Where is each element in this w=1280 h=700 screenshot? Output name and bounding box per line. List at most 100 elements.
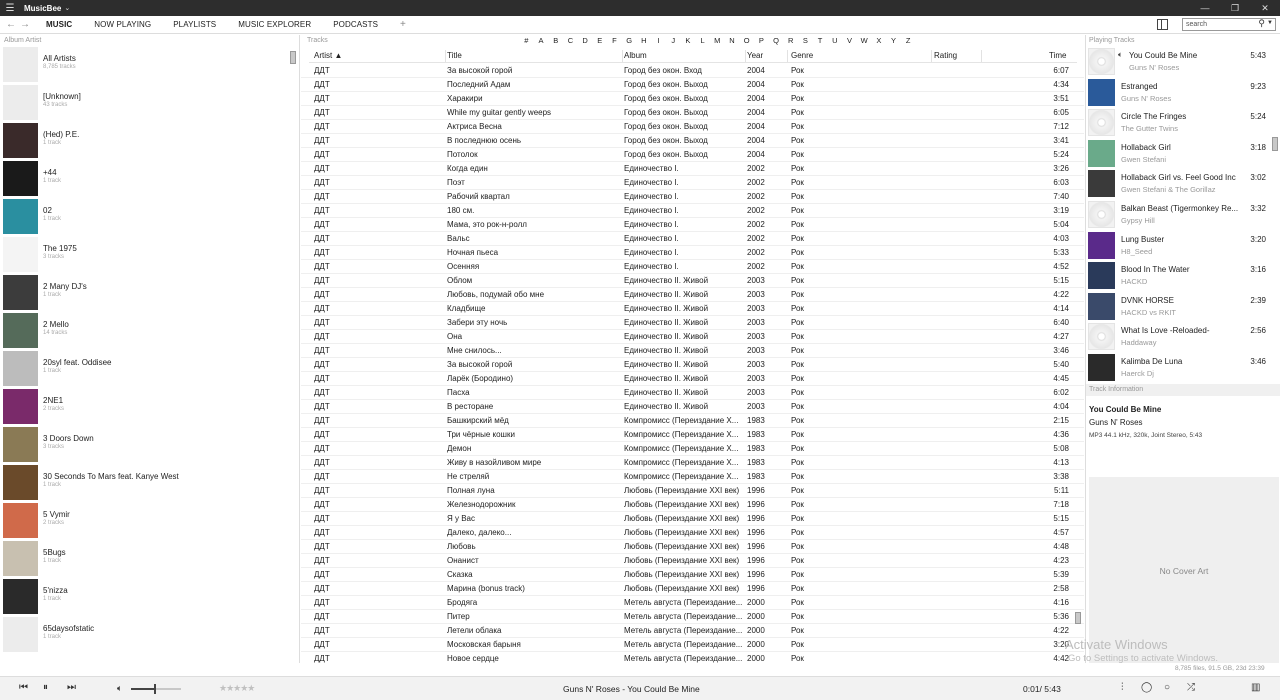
table-row[interactable]: ДДТ Пасха Единочество II. Живой 2003 Рок 6:02 — [301, 386, 1084, 400]
alphabet-letter[interactable]: M — [710, 35, 725, 46]
table-row[interactable]: ДДТ Харакири Город без окон. Выход 2004 Рок 3… — [301, 92, 1084, 106]
playing-track-item[interactable]: Estranged Guns N' Roses 9:23 — [1086, 77, 1280, 108]
artist-item[interactable]: 5Bugs 1 track — [0, 540, 299, 578]
column-divider[interactable] — [931, 50, 932, 62]
alphabet-letter[interactable]: L — [695, 35, 710, 46]
playing-track-item[interactable]: Hollaback Girl Gwen Stefani 3:18 — [1086, 138, 1280, 169]
playing-track-item[interactable]: Lung Buster H8_Seed 3:20 — [1086, 230, 1280, 261]
alphabet-letter[interactable]: E — [592, 35, 607, 46]
playing-track-item[interactable]: Blood In The Water HACKD 3:16 — [1086, 260, 1280, 291]
table-row[interactable]: ДДТ Забери эту ночь Единочество II. Живой 2… — [301, 316, 1084, 330]
artist-item[interactable]: 3 Doors Down 3 tracks — [0, 426, 299, 464]
scrollbar-thumb[interactable] — [1075, 612, 1081, 624]
table-row[interactable]: ДДТ Когда един Единочество I. 2002 Рок 3:26 — [301, 162, 1084, 176]
previous-icon[interactable]: ⏮ — [19, 682, 28, 693]
maximize-button[interactable]: ❐ — [1220, 0, 1250, 16]
table-row[interactable]: ДДТ Кладбище Единочество II. Живой 2003 Рок 4… — [301, 302, 1084, 316]
column-divider[interactable] — [981, 50, 982, 62]
table-row[interactable]: ДДТ Ночная пьеса Единочество I. 2002 Рок 5:33 — [301, 246, 1084, 260]
artist-item[interactable]: 5 Vymir 2 tracks — [0, 502, 299, 540]
next-icon[interactable]: ⏭ — [67, 682, 76, 693]
artist-item[interactable]: The 1975 3 tracks — [0, 236, 299, 274]
layout-icon[interactable] — [1157, 19, 1168, 30]
table-row[interactable]: ДДТ Московская барыня Метель августа (Пере… — [301, 638, 1084, 652]
table-row[interactable]: ДДТ Бродяга Метель августа (Переиздание...… — [301, 596, 1084, 610]
table-row[interactable]: ДДТ Новое сердце Метель августа (Переиздан… — [301, 652, 1084, 663]
artist-item[interactable]: 20syl feat. Oddisee 1 track — [0, 350, 299, 388]
artist-item[interactable]: 2 Many DJ's 1 track — [0, 274, 299, 312]
table-row[interactable]: ДДТ Далеко, далеко... Любовь (Переиздание … — [301, 526, 1084, 540]
artist-item[interactable]: (Hed) P.E. 1 track — [0, 122, 299, 160]
artist-item[interactable]: +44 1 track — [0, 160, 299, 198]
shuffle-icon[interactable]: ⤮ — [1187, 682, 1195, 693]
table-row[interactable]: ДДТ В последнюю осень Город без окон. Выхо… — [301, 134, 1084, 148]
equalizer-icon[interactable]: ⫶ — [1121, 682, 1124, 693]
alphabet-letter[interactable]: Z — [901, 35, 916, 46]
chevron-down-icon[interactable]: ▼ — [1267, 20, 1273, 26]
table-row[interactable]: ДДТ Мне снилось... Единочество II. Живой 20… — [301, 344, 1084, 358]
table-row[interactable]: ДДТ Последний Адам Город без окон. Выход 20… — [301, 78, 1084, 92]
table-row[interactable]: ДДТ Башкирский мёд Компромисс (Переиздание… — [301, 414, 1084, 428]
add-tab-button[interactable]: + — [400, 19, 406, 30]
artist-item[interactable]: [Unknown] 43 tracks — [0, 84, 299, 122]
table-row[interactable]: ДДТ В ресторане Единочество II. Живой 2003 Р… — [301, 400, 1084, 414]
artist-item[interactable]: All Artists 8,785 tracks — [0, 46, 299, 84]
app-name[interactable]: MusicBee — [24, 4, 61, 13]
alphabet-letter[interactable]: K — [681, 35, 696, 46]
chevron-down-icon[interactable]: ⌄ — [64, 4, 70, 12]
table-row[interactable]: ДДТ Любовь Любовь (Переиздание XXI век) 199… — [301, 540, 1084, 554]
alphabet-letter[interactable]: T — [813, 35, 828, 46]
rating-stars[interactable]: ★★★★★ — [219, 683, 255, 694]
col-title[interactable]: Title — [447, 51, 462, 60]
alphabet-letter[interactable]: I — [651, 35, 666, 46]
alphabet-letter[interactable]: C — [563, 35, 578, 46]
artist-item[interactable]: 2NE1 2 tracks — [0, 388, 299, 426]
table-row[interactable]: ДДТ За высокой горой Единочество II. Живой… — [301, 358, 1084, 372]
alphabet-letter[interactable]: A — [534, 35, 549, 46]
table-row[interactable]: ДДТ Рабочий квартал Единочество I. 2002 Рок 7… — [301, 190, 1084, 204]
table-row[interactable]: ДДТ Облом Единочество II. Живой 2003 Рок 5:15 — [301, 274, 1084, 288]
table-row[interactable]: ДДТ Вальс Единочество I. 2002 Рок 4:03 — [301, 232, 1084, 246]
forward-arrow-icon[interactable]: → — [18, 19, 32, 30]
volume-icon[interactable]: 🔈︎ — [117, 683, 122, 694]
alphabet-letter[interactable]: F — [607, 35, 622, 46]
repeat-icon[interactable]: ○ — [1164, 682, 1170, 693]
table-row[interactable]: ДДТ Три чёрные кошки Компромисс (Переиздан… — [301, 428, 1084, 442]
table-row[interactable]: ДДТ Я у Вас Любовь (Переиздание XXI век) 19… — [301, 512, 1084, 526]
table-row[interactable]: ДДТ Поэт Единочество I. 2002 Рок 6:03 — [301, 176, 1084, 190]
table-row[interactable]: ДДТ Осенняя Единочество I. 2002 Рок 4:52 — [301, 260, 1084, 274]
alphabet-letter[interactable]: R — [783, 35, 798, 46]
table-row[interactable]: ДДТ Она Единочество II. Живой 2003 Рок 4:27 — [301, 330, 1084, 344]
menu-icon[interactable]: ☰ — [0, 3, 20, 14]
tab-playlists[interactable]: PLAYLISTS — [173, 20, 216, 29]
table-row[interactable]: ДДТ Марина (bonus track) Любовь (Переиздан… — [301, 582, 1084, 596]
playing-track-item[interactable]: Circle The Fringes The Gutter Twins 5:24 — [1086, 107, 1280, 138]
alphabet-letter[interactable]: G — [622, 35, 637, 46]
alphabet-letter[interactable]: Y — [886, 35, 901, 46]
table-row[interactable]: ДДТ Питер Метель августа (Переиздание... 20… — [301, 610, 1084, 624]
scrollbar-thumb[interactable] — [290, 51, 296, 64]
col-genre[interactable]: Genre — [791, 51, 813, 60]
table-row[interactable]: ДДТ Живу в назойливом мире Компромисс (Пер… — [301, 456, 1084, 470]
search-icon[interactable]: ⚲ — [1258, 18, 1265, 29]
tab-music[interactable]: MUSIC — [46, 20, 72, 29]
table-row[interactable]: ДДТ 180 см. Единочество I. 2002 Рок 3:19 — [301, 204, 1084, 218]
tab-now-playing[interactable]: NOW PLAYING — [94, 20, 151, 29]
alphabet-letter[interactable]: H — [637, 35, 652, 46]
table-row[interactable]: ДДТ Онанист Любовь (Переиздание XXI век) 19… — [301, 554, 1084, 568]
table-row[interactable]: ДДТ While my guitar gently weeps Город без… — [301, 106, 1084, 120]
alphabet-letter[interactable]: # — [519, 35, 534, 46]
close-button[interactable]: ✕ — [1250, 0, 1280, 16]
col-album[interactable]: Album — [624, 51, 647, 60]
col-rating[interactable]: Rating — [934, 51, 957, 60]
alphabet-letter[interactable]: O — [739, 35, 754, 46]
playing-track-item[interactable]: DVNK HORSE HACKD vs RKIT 2:39 — [1086, 291, 1280, 322]
volume-knob[interactable] — [154, 684, 156, 694]
column-divider[interactable] — [445, 50, 446, 62]
col-artist[interactable]: Artist ▲ — [314, 51, 342, 60]
artist-item[interactable]: 65daysofstatic 1 track — [0, 616, 299, 654]
alphabet-letter[interactable]: D — [578, 35, 593, 46]
table-row[interactable]: ДДТ Потолок Город без окон. Выход 2004 Рок 5:… — [301, 148, 1084, 162]
artist-item[interactable]: 30 Seconds To Mars feat. Kanye West 1 tra… — [0, 464, 299, 502]
tab-music-explorer[interactable]: MUSIC EXPLORER — [238, 20, 311, 29]
